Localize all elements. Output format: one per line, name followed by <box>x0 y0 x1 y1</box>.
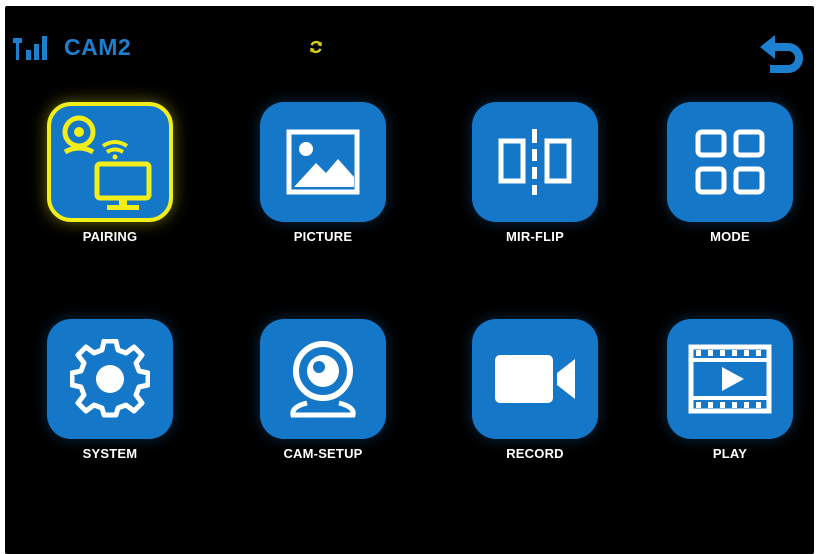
camera-label: CAM2 <box>64 34 132 60</box>
menu-tile-play[interactable]: PLAY <box>650 319 810 469</box>
mirror-flip-icon <box>498 129 572 195</box>
gear-icon <box>70 339 150 418</box>
video-camera-icon <box>495 355 575 403</box>
tile-label-picture: PICTURE <box>293 229 353 244</box>
main-menu-screen: CAM2 PAIRING PICTURE MIR-FLIP MODE SYSTE… <box>5 6 814 554</box>
tile-label-play: PLAY <box>712 446 748 461</box>
menu-tile-picture[interactable]: PICTURE <box>243 102 403 252</box>
system-tile-icon <box>47 319 173 439</box>
tile-label-mode: MODE <box>710 229 750 244</box>
status-bar: CAM2 <box>5 6 814 73</box>
camera-wifi-monitor-icon <box>62 115 152 210</box>
film-play-icon <box>688 344 772 414</box>
record-tile-icon <box>472 319 598 439</box>
tile-label-pairing: PAIRING <box>82 229 138 244</box>
mode-tile-icon <box>667 102 793 222</box>
tile-label-record: RECORD <box>506 446 564 461</box>
cam-setup-tile-icon <box>260 319 386 439</box>
tile-label-cam-setup: CAM-SETUP <box>283 446 363 461</box>
menu-tile-cam-setup[interactable]: CAM-SETUP <box>243 319 403 469</box>
tile-label-system: SYSTEM <box>82 446 138 461</box>
play-tile-icon <box>667 319 793 439</box>
back-button[interactable] <box>757 32 807 78</box>
menu-tile-pairing[interactable]: PAIRING <box>30 102 190 252</box>
mir-flip-tile-icon <box>472 102 598 222</box>
webcam-icon <box>290 341 356 418</box>
menu-tile-mode[interactable]: MODE <box>650 102 810 252</box>
menu-tile-mir-flip[interactable]: MIR-FLIP <box>455 102 615 252</box>
sync-icon <box>310 40 322 54</box>
tile-label-mir-flip: MIR-FLIP <box>506 229 564 244</box>
back-arrow-icon <box>760 35 803 73</box>
picture-icon <box>286 129 360 195</box>
menu-tile-system[interactable]: SYSTEM <box>30 319 190 469</box>
signal-bars-icon <box>13 36 47 60</box>
pairing-tile-icon <box>47 102 173 222</box>
grid-icon <box>695 129 765 195</box>
menu-tile-record[interactable]: RECORD <box>455 319 615 469</box>
picture-tile-icon <box>260 102 386 222</box>
